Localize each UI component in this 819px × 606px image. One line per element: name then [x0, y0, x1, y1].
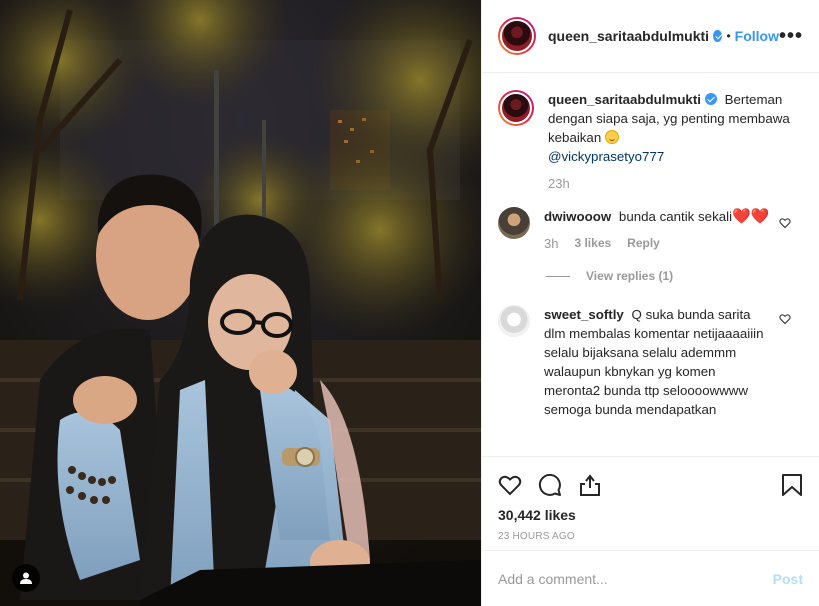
commenter-avatar[interactable] — [498, 305, 530, 337]
comments-list[interactable]: queen_saritaabdulmukti Berteman dengan s… — [482, 74, 819, 456]
separator-dot: • — [726, 29, 731, 43]
bookmark-icon — [782, 474, 802, 496]
photo-image — [0, 0, 481, 606]
comment-text: bunda cantik sekali — [618, 209, 733, 224]
heart-emoji-icon: ❤️❤️ — [732, 208, 770, 225]
share-icon — [580, 474, 600, 496]
comment-time[interactable]: 3h — [544, 234, 558, 253]
caption-time[interactable]: 23h — [548, 174, 570, 193]
heart-icon[interactable] — [779, 217, 791, 229]
like-button[interactable] — [498, 465, 538, 505]
post-photo[interactable] — [0, 0, 481, 606]
verified-icon — [704, 93, 717, 105]
comment-username[interactable]: sweet_softly — [544, 307, 624, 322]
caption-username[interactable]: queen_saritaabdulmukti — [548, 92, 701, 107]
smile-emoji-icon — [604, 130, 619, 144]
add-comment-bar: Post — [482, 550, 819, 606]
comment-username[interactable]: dwiwooow — [544, 209, 611, 224]
post-side-panel: queen_saritaabdulmukti • Follow ••• quee… — [481, 0, 819, 606]
instagram-post: queen_saritaabdulmukti • Follow ••• quee… — [0, 0, 819, 606]
view-replies-button[interactable]: View replies (1) — [546, 269, 803, 283]
verified-icon — [713, 30, 723, 42]
comment-reply-button[interactable]: Reply — [627, 234, 660, 253]
save-button[interactable] — [763, 465, 803, 505]
caption-avatar[interactable] — [498, 90, 534, 126]
more-icon[interactable]: ••• — [779, 26, 803, 46]
caption: queen_saritaabdulmukti Berteman dengan s… — [498, 90, 803, 193]
comment-input[interactable] — [498, 570, 773, 587]
comment-button[interactable] — [538, 465, 578, 505]
author-avatar[interactable] — [498, 17, 536, 55]
view-replies-label: View replies (1) — [586, 269, 674, 283]
user-tag-button[interactable] — [12, 564, 40, 592]
comment-item: sweet_softly Q suka bunda sarita dlm mem… — [498, 305, 803, 419]
caption-mention[interactable]: @vickyprasetyo777 — [548, 149, 664, 164]
post-actions: 30,442 likes 23 HOURS AGO — [482, 456, 819, 542]
follow-button[interactable]: Follow — [735, 28, 779, 44]
share-button[interactable] — [578, 465, 618, 505]
comment-likes[interactable]: 3 likes — [574, 234, 611, 253]
likes-count[interactable]: 30,442 likes — [498, 507, 803, 523]
heart-icon — [498, 475, 522, 496]
commenter-avatar[interactable] — [498, 207, 530, 239]
replies-line — [546, 275, 570, 277]
user-tag-icon — [20, 572, 32, 584]
comment-item: dwiwooow bunda cantik sekali❤️❤️ 3h 3 li… — [498, 207, 803, 253]
post-time[interactable]: 23 HOURS AGO — [498, 531, 803, 542]
comment-text: Q suka bunda sarita dlm membalas komenta… — [544, 307, 764, 417]
comment-icon — [538, 473, 561, 496]
post-header: queen_saritaabdulmukti • Follow ••• — [482, 0, 819, 73]
post-comment-button[interactable]: Post — [773, 571, 803, 587]
author-username[interactable]: queen_saritaabdulmukti — [548, 28, 709, 44]
heart-icon[interactable] — [779, 313, 791, 325]
